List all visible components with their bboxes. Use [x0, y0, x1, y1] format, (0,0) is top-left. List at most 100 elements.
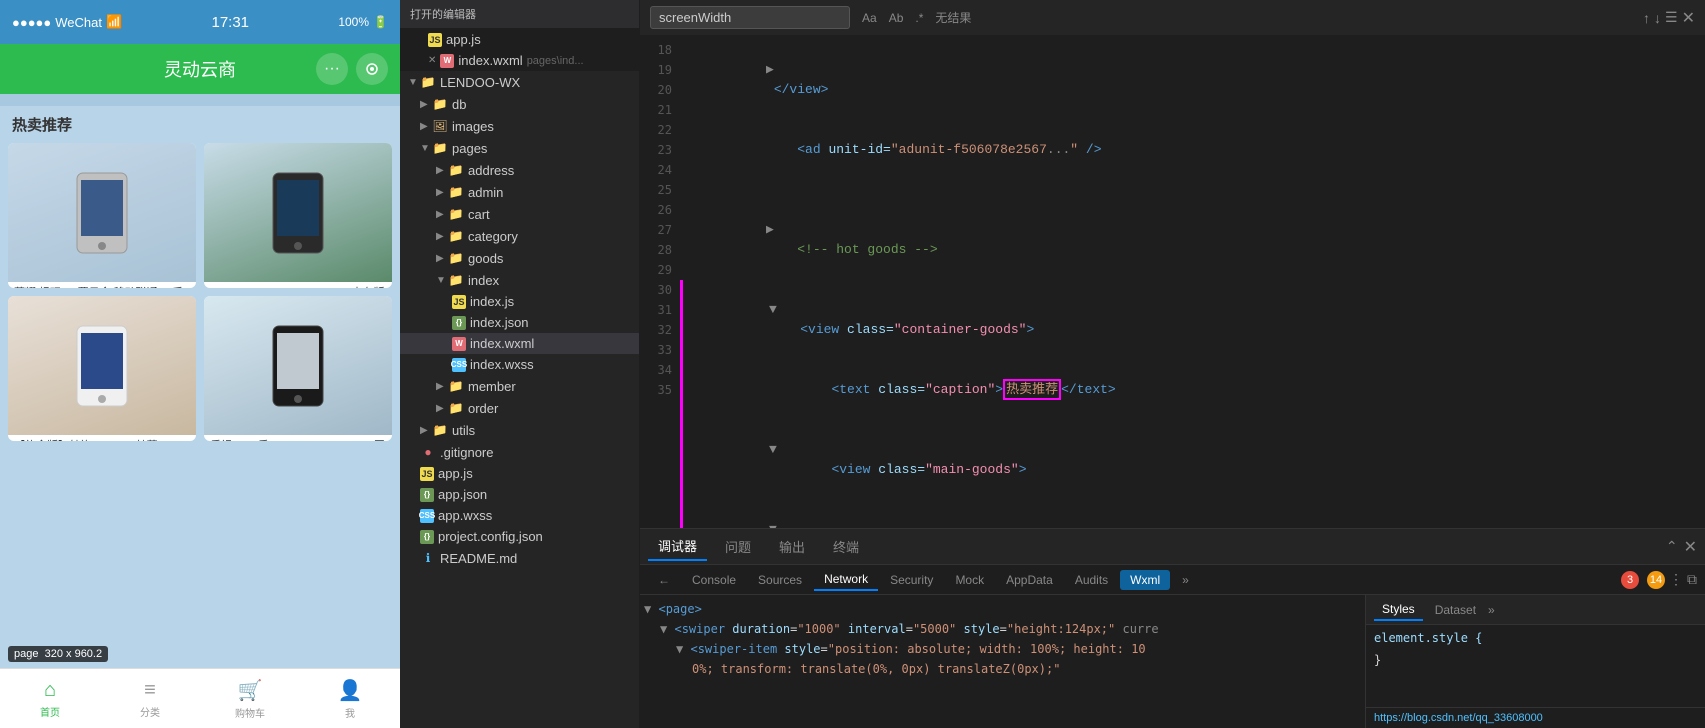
folder-cart[interactable]: ▶ 📁 cart: [400, 203, 639, 225]
goods-image-1: [8, 143, 196, 282]
devtools-network-tab[interactable]: Network: [814, 569, 878, 591]
debug-right-tabs: Styles Dataset »: [1366, 595, 1705, 625]
cart-icon: 🛒: [238, 678, 263, 703]
debug-tab-debugger[interactable]: 调试器: [648, 532, 707, 561]
open-file-indexwxml[interactable]: ✕ W index.wxml pages\ind...: [400, 50, 639, 71]
goods-item[interactable]: OPPO R9s Plus 6GB+64GB 内存版 全网通4G手机 双卡双 ¥…: [204, 143, 392, 288]
file-indexwxss[interactable]: CSS index.wxss: [400, 354, 639, 375]
file-indexjson[interactable]: {} index.json: [400, 312, 639, 333]
fold-25[interactable]: ▼: [769, 522, 777, 528]
folder-images[interactable]: ▶ 🖼 images: [400, 115, 639, 137]
devtools-console-tab[interactable]: Console: [682, 570, 746, 590]
file-appwxss-label: app.wxss: [438, 508, 492, 523]
folder-admin[interactable]: ▶ 📁 admin: [400, 181, 639, 203]
folder-db[interactable]: ▶ 📁 db: [400, 93, 639, 115]
devtools-audits-tab[interactable]: Audits: [1065, 570, 1118, 590]
file-gitignore-label: .gitignore: [440, 445, 493, 460]
folder-goods[interactable]: ▶ 📁 goods: [400, 247, 639, 269]
styles-tab[interactable]: Styles: [1374, 599, 1423, 621]
search-input[interactable]: [650, 6, 850, 29]
camera-icon[interactable]: [356, 53, 388, 85]
js-icon: JS: [452, 295, 466, 309]
file-gitignore[interactable]: ● .gitignore: [400, 441, 639, 463]
goods-item[interactable]: 【礼盒版】魅族(MEIZU) 魅蓝metal 4G手机 双卡双待 白 ¥749 …: [8, 296, 196, 441]
restore-btn[interactable]: ⧉: [1687, 571, 1697, 588]
devtools-arrow-btn[interactable]: ←: [648, 570, 680, 590]
nav-item-me[interactable]: 👤 我: [300, 669, 400, 728]
file-indexjs-label: index.js: [470, 294, 514, 309]
folder-utils[interactable]: ▶ 📁 utils: [400, 419, 639, 441]
debug-wxml-content[interactable]: ▼ <page> ▼ <swiper duration="1000" inter…: [640, 595, 1365, 728]
fold-21[interactable]: ▶: [766, 222, 774, 237]
folder-order[interactable]: ▶ 📁 order: [400, 397, 639, 419]
dataset-tab[interactable]: Dataset: [1427, 600, 1484, 620]
nav-item-cart[interactable]: 🛒 购物车: [200, 669, 300, 728]
warn-badge: 14: [1647, 571, 1665, 589]
debug-tab-terminal[interactable]: 终端: [823, 533, 869, 560]
images-folder-icon: 🖼: [432, 118, 448, 134]
file-indexwxml[interactable]: W index.wxml: [400, 333, 639, 354]
goods-item[interactable]: 荣耀 畅玩5X 覆日金 移动联通4G手机 双卡双待 ¥1999 已售99件: [8, 143, 196, 288]
folder-category[interactable]: ▶ 📁 category: [400, 225, 639, 247]
fold-24[interactable]: ▼: [769, 442, 777, 457]
debug-link[interactable]: https://blog.csdn.net/qq_33608000: [1366, 707, 1705, 728]
home-icon: ⌂: [44, 679, 56, 702]
regex-btn[interactable]: .*: [911, 9, 927, 27]
caret-right: ▶: [436, 381, 446, 392]
goods-item[interactable]: 乐视 (Le) 乐2 (X620) 3GB+32GB 原力金 移动联通 ¥999…: [204, 296, 392, 441]
debug-collapse-btn[interactable]: ⌃: [1666, 538, 1678, 555]
devtools-wxml-tab[interactable]: Wxml: [1120, 570, 1170, 590]
folder-pages[interactable]: ▼ 📁 pages: [400, 137, 639, 159]
debug-close-btn[interactable]: ✕: [1684, 537, 1697, 557]
caret-right: ▶: [436, 253, 446, 264]
devtools-appdata-tab[interactable]: AppData: [996, 570, 1063, 590]
signal-dots: ●●●●●: [12, 15, 51, 30]
open-file-appjs[interactable]: JS app.js: [400, 29, 639, 50]
close-icon[interactable]: ✕: [428, 55, 436, 66]
whole-word-btn[interactable]: Ab: [885, 9, 908, 27]
folder-index[interactable]: ▼ 📁 index: [400, 269, 639, 291]
toggle-list-btn[interactable]: ☰: [1665, 9, 1678, 26]
file-appjson[interactable]: {} app.json: [400, 484, 639, 505]
nav-item-home[interactable]: ⌂ 首页: [0, 669, 100, 728]
fold-18[interactable]: ▶: [766, 62, 774, 77]
devtools-security-tab[interactable]: Security: [880, 570, 943, 590]
root-folder[interactable]: ▼ 📁 LENDOO-WX: [400, 71, 639, 93]
next-result-btn[interactable]: ↓: [1654, 10, 1661, 26]
carrier-label: WeChat: [55, 15, 102, 30]
nav-item-category[interactable]: ≡ 分类: [100, 669, 200, 728]
devtools-sources-tab[interactable]: Sources: [748, 570, 812, 590]
prev-result-btn[interactable]: ↑: [1643, 10, 1650, 26]
file-indexwxss-label: index.wxss: [470, 357, 534, 372]
folder-member[interactable]: ▶ 📁 member: [400, 375, 639, 397]
goods-image-4: [204, 296, 392, 435]
file-appjs[interactable]: JS app.js: [400, 463, 639, 484]
fold-22[interactable]: ▼: [769, 302, 777, 317]
file-indexjs[interactable]: JS index.js: [400, 291, 639, 312]
debug-tab-list: 调试器 问题 输出 终端: [648, 532, 869, 561]
code-editor[interactable]: 18 19 20 21 22 23 24 25 26 27 28 29 30 3…: [640, 36, 1705, 528]
search-close-btn[interactable]: ✕: [1682, 8, 1695, 28]
right-more-btn[interactable]: »: [1488, 603, 1495, 617]
folder-icon: 📁: [448, 378, 464, 394]
mobile-content-area: 热卖推荐 荣耀 畅玩5X 覆日金 移动联通4G手机 双卡双待 ¥1999 已售9…: [0, 106, 400, 668]
styles-content[interactable]: element.style { }: [1366, 625, 1705, 707]
file-appwxss[interactable]: CSS app.wxss: [400, 505, 639, 526]
wxml-icon: W: [440, 54, 454, 68]
more-options-btn[interactable]: ⋮: [1669, 571, 1683, 588]
swiper-area: [0, 94, 400, 106]
code-line-25: ▼ <view class="single-goods" wx:for="{{g…: [680, 500, 1705, 528]
js-icon: JS: [420, 467, 434, 481]
file-projectconfig[interactable]: {} project.config.json: [400, 526, 639, 547]
match-case-btn[interactable]: Aa: [858, 9, 881, 27]
debug-tab-issues[interactable]: 问题: [715, 533, 761, 560]
devtools-more-btn[interactable]: »: [1172, 570, 1199, 590]
devtools-mock-tab[interactable]: Mock: [945, 570, 994, 590]
caret-right: ▶: [436, 209, 446, 220]
folder-address[interactable]: ▶ 📁 address: [400, 159, 639, 181]
debug-tab-output[interactable]: 输出: [769, 533, 815, 560]
root-label: LENDOO-WX: [440, 75, 520, 90]
file-readme[interactable]: ℹ README.md: [400, 547, 639, 569]
menu-icon[interactable]: ···: [316, 53, 348, 85]
code-content-area[interactable]: ▶ </view> <ad unit-id="adunit-f506078e25…: [680, 36, 1705, 528]
